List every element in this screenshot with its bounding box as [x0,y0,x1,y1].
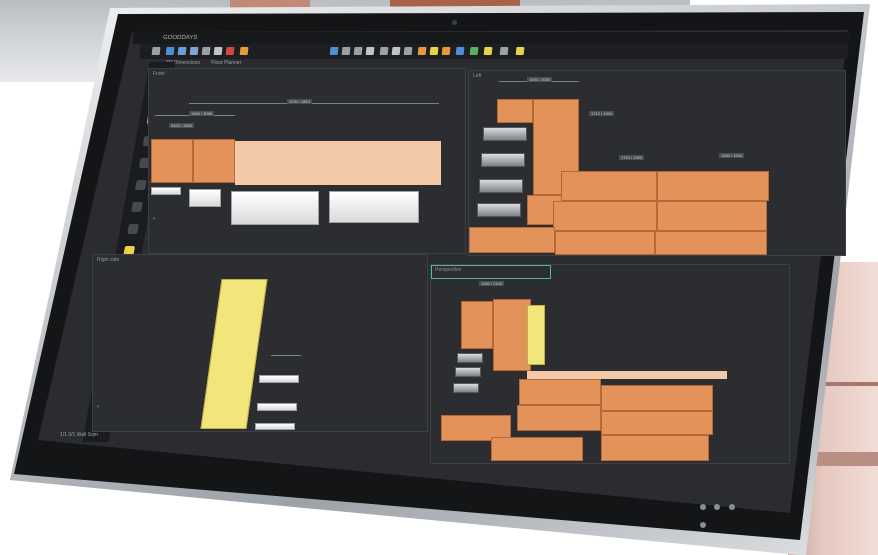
axis-indicator: y [97,403,99,408]
undo-icon[interactable] [189,47,199,55]
measure-icon[interactable] [365,47,375,55]
viewport-right-side[interactable]: Right side y [92,254,428,432]
drawer-unit[interactable] [455,367,481,377]
dimension-tag: 1650 / 3055 [189,111,215,116]
catalog-icon[interactable] [417,47,427,55]
viewport-label: Right side [97,257,120,263]
viewport-perspective[interactable]: Perspective 1960 / 2100 [430,264,790,464]
selection-frame [431,265,551,279]
base-panel[interactable] [601,411,713,435]
drawer-front[interactable] [259,375,299,383]
base-panel[interactable] [491,437,583,461]
drawer-unit[interactable] [481,153,525,167]
countertop[interactable] [527,371,727,379]
cut-icon[interactable] [239,47,249,55]
main-toolbar [139,44,849,59]
status-text: 1/1 0/1 Wall Sqm [60,432,98,438]
dimension-tag: 1960 / 2100 [479,281,505,286]
view-icon[interactable] [469,47,479,55]
tall-cabinet-panel[interactable] [493,299,531,371]
tablet-device: GOODDAYS 3D Dimensions Floor Planner Fro… [0,0,878,555]
grid-icon[interactable] [455,47,465,55]
camera-icon [452,20,457,25]
base-panel[interactable] [517,405,601,431]
status-bar: 1/1 0/1 Wall Sqm [60,430,190,440]
dimension-tag: 2230 / 3810 [287,99,313,104]
rotate-icon[interactable] [353,47,363,55]
drawer-front[interactable] [329,191,419,223]
drawer-front[interactable] [255,423,295,430]
viewport-left[interactable]: Left 1400 / 3000 1710 / 1900 1710 / 1900… [468,70,846,256]
volume-icon[interactable] [700,522,706,528]
dimension-tag: 1710 / 1900 [619,155,645,160]
base-panel[interactable] [553,201,657,231]
drawer-unit[interactable] [479,179,523,193]
cabinet-panel[interactable] [461,301,493,349]
base-panel[interactable] [601,435,709,461]
view-tabs: 3D Dimensions Floor Planner [166,59,306,68]
measure-tool-icon[interactable] [131,202,143,212]
text-tool-icon[interactable] [127,224,139,234]
base-panel[interactable] [469,227,555,253]
base-panel[interactable] [555,231,655,255]
redo-icon[interactable] [201,47,211,55]
drawer-unit[interactable] [453,383,479,393]
drawer-front[interactable] [151,187,181,195]
render-icon[interactable] [391,47,401,55]
axis-indicator: y [153,215,155,220]
cabinet-panel[interactable] [497,99,533,123]
base-panel[interactable] [655,231,767,255]
drawer-front[interactable] [257,403,297,411]
base-panel[interactable] [601,385,713,411]
highlight-icon[interactable] [483,47,493,55]
wall-cabinet-panel[interactable] [193,139,235,183]
dimension-tag: 1710 / 1900 [589,111,615,116]
base-panel[interactable] [657,201,767,231]
wall-cabinet-panel[interactable] [151,139,193,183]
tab-floor-planner[interactable]: Floor Planner [211,60,241,66]
open-icon[interactable] [177,47,187,55]
power-icon[interactable] [700,504,706,510]
app-title: GOODDAYS [162,35,198,41]
dimension-line [271,355,301,356]
dimension-tag: 1400 / 3000 [527,77,553,82]
save-icon[interactable] [165,47,175,55]
dimension-tag: 3400 / 3890 [169,123,195,128]
title-bar: GOODDAYS [132,32,850,44]
drawer-unit[interactable] [483,127,527,141]
dimension-line [189,103,439,104]
select-icon[interactable] [329,47,339,55]
print-icon[interactable] [213,47,223,55]
base-panel[interactable] [657,171,769,201]
drawer-front[interactable] [231,191,319,225]
move-icon[interactable] [341,47,351,55]
base-panel[interactable] [519,379,601,405]
drawer-unit[interactable] [457,353,483,363]
viewport-label: Left [473,73,482,79]
line-tool-icon[interactable] [134,180,147,190]
viewport-front[interactable]: Front 2230 / 3810 1650 / 3055 3400 / 389… [148,68,466,254]
app-icon[interactable] [151,47,161,55]
battery-icon[interactable] [728,504,735,510]
dimension-tag: 1900 / 1000 [719,153,745,158]
help-icon[interactable] [515,47,525,55]
settings-icon[interactable] [499,47,509,55]
drawer-front[interactable] [189,189,221,207]
material-icon[interactable] [429,47,439,55]
export-icon[interactable] [225,47,235,55]
side-panel[interactable] [527,305,545,365]
layers-icon[interactable] [403,47,413,55]
upper-panel[interactable] [235,141,441,185]
camera-tool-icon[interactable] [379,47,389,55]
light-icon[interactable] [441,47,451,55]
base-panel[interactable] [561,171,657,201]
drawer-unit[interactable] [477,203,521,217]
viewport-label: Front [153,71,165,77]
system-tray [700,497,750,528]
